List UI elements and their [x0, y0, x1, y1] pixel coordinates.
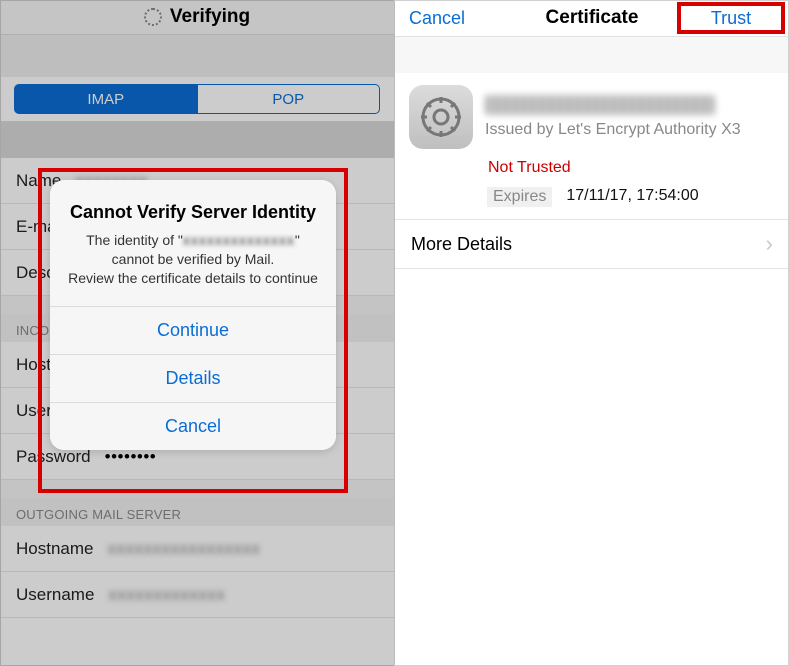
details-button-label: Details [165, 368, 220, 389]
certificate-summary: Issued by Let's Encrypt Authority X3 [395, 73, 789, 153]
alert-body-line2: Review the certificate details to contin… [68, 270, 318, 286]
more-details-label: More Details [411, 234, 512, 255]
gear-icon-svg [419, 95, 463, 139]
certificate-text-block: Issued by Let's Encrypt Authority X3 [485, 95, 775, 139]
certificate-panel: Cancel Certificate Trust Issued by Let [395, 0, 789, 666]
expires-label: Expires [487, 187, 552, 207]
expires-value: 17/11/17, 17:54:00 [566, 187, 698, 207]
certificate-hostname [485, 95, 715, 115]
issued-by-line: Issued by Let's Encrypt Authority X3 [485, 121, 775, 139]
issued-by-prefix: Issued by [485, 121, 558, 138]
mail-settings-panel: Verifying IMAP POP Name xxxxxxxx E-mail … [0, 0, 395, 666]
alert-server-name: xxxxxxxxxxxxxx [183, 232, 295, 248]
alert-body: The identity of "xxxxxxxxxxxxxx" cannot … [50, 231, 336, 306]
gear-icon [409, 85, 473, 149]
trust-highlight-box: Trust [677, 2, 785, 34]
certificate-status: Not Trusted Expires 17/11/17, 17:54:00 [395, 153, 789, 219]
issued-by-authority: Let's Encrypt Authority X3 [558, 121, 741, 138]
continue-button[interactable]: Continue [50, 306, 336, 354]
cancel-button-label: Cancel [165, 416, 221, 437]
chevron-right-icon: › [766, 231, 773, 257]
alert-body-prefix: The identity of " [86, 232, 183, 248]
cancel-button[interactable]: Cancel [50, 402, 336, 450]
not-trusted-badge: Not Trusted [487, 157, 586, 179]
header-gap [395, 37, 789, 73]
expires-row: Expires 17/11/17, 17:54:00 [487, 187, 775, 207]
alert-title: Cannot Verify Server Identity [50, 180, 336, 231]
cert-title: Certificate [546, 7, 639, 29]
trust-button[interactable]: Trust [711, 8, 751, 29]
more-details-row[interactable]: More Details › [395, 219, 789, 269]
details-button[interactable]: Details [50, 354, 336, 402]
certificate-nav: Cancel Certificate Trust [395, 0, 789, 37]
verify-alert: Cannot Verify Server Identity The identi… [50, 180, 336, 450]
cert-cancel-button[interactable]: Cancel [409, 8, 465, 29]
continue-button-label: Continue [157, 320, 229, 341]
